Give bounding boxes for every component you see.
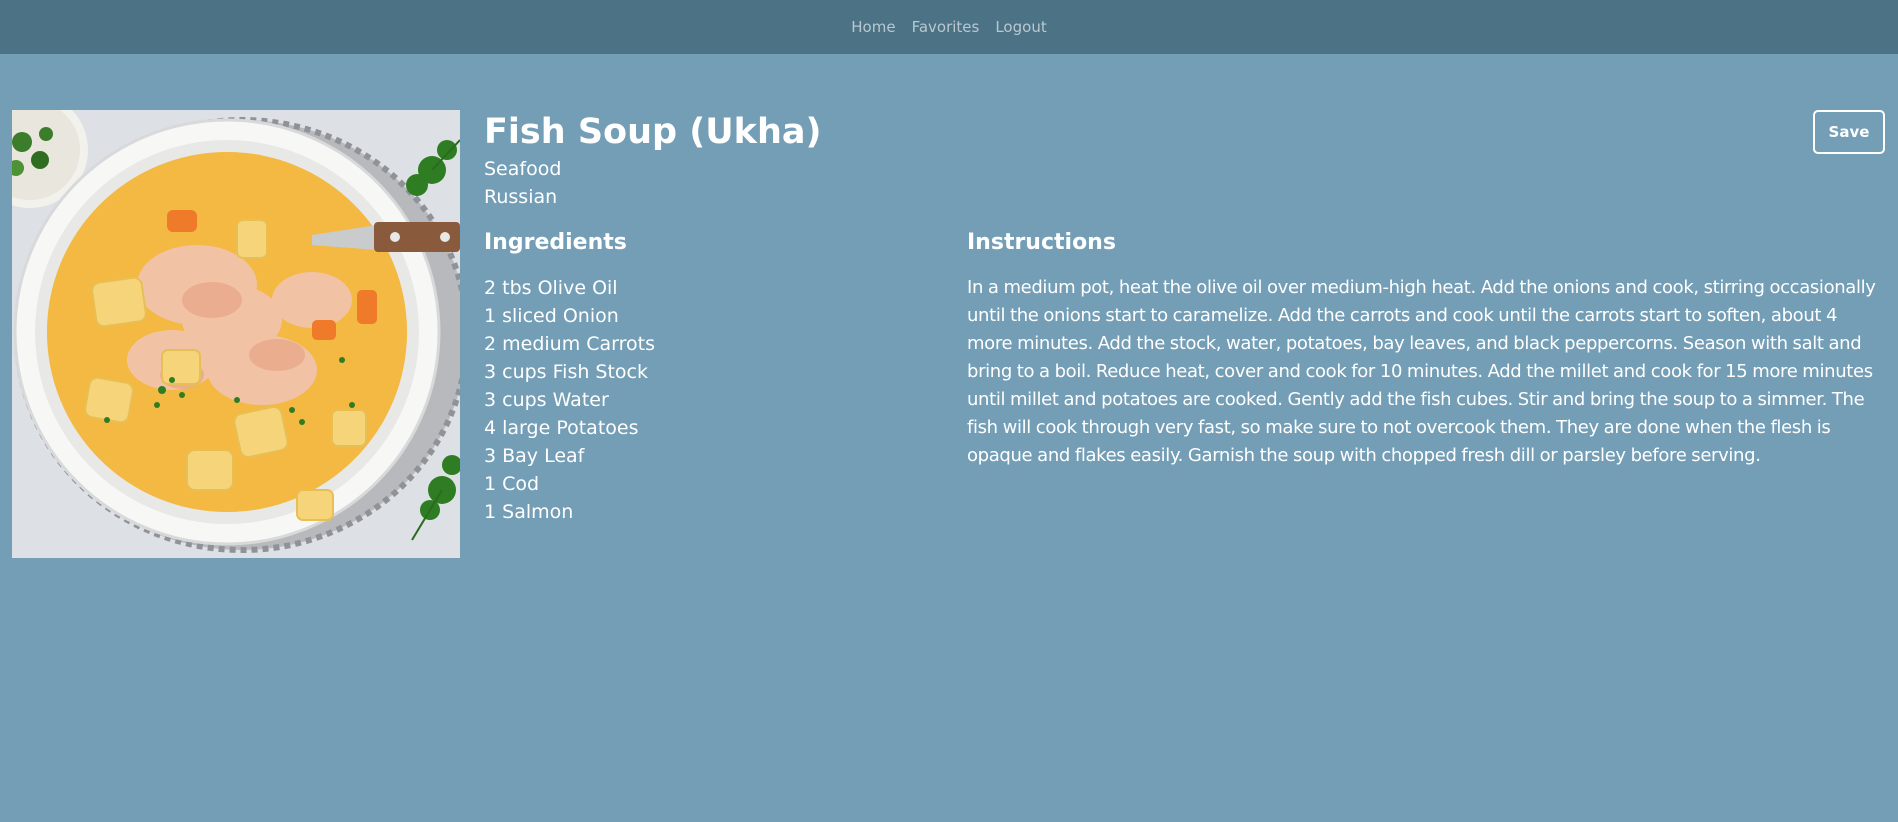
ingredient-item: 4 large Potatoes: [484, 417, 639, 439]
ingredients-heading: Ingredients: [484, 230, 627, 255]
ingredients-list: 2 tbs Olive Oil 1 sliced Onion 2 medium …: [484, 274, 655, 526]
ingredient-item: 2 tbs Olive Oil: [484, 277, 618, 299]
ingredient-item: 2 medium Carrots: [484, 333, 656, 355]
ingredient-item: 1 sliced Onion: [484, 305, 619, 327]
recipe-image: [12, 110, 460, 558]
recipe-title: Fish Soup (Ukha): [484, 112, 822, 152]
ingredient-item: 3 Bay Leaf: [484, 445, 585, 467]
recipe-cuisine: Russian: [484, 186, 558, 208]
nav-link-logout[interactable]: Logout: [995, 18, 1046, 36]
ingredient-item: 1 Salmon: [484, 501, 574, 523]
top-navbar: Home Favorites Logout: [0, 0, 1898, 54]
ingredient-item: 3 cups Water: [484, 389, 609, 411]
save-button[interactable]: Save: [1813, 110, 1885, 154]
ingredient-item: 3 cups Fish Stock: [484, 361, 649, 383]
ingredient-item: 1 Cod: [484, 473, 540, 495]
fish-soup-bowl-image: [12, 110, 460, 558]
instructions-heading: Instructions: [967, 230, 1116, 255]
recipe-category: Seafood: [484, 158, 562, 180]
instructions-text: In a medium pot, heat the olive oil over…: [967, 277, 1876, 466]
nav-link-favorites[interactable]: Favorites: [912, 18, 980, 36]
nav-link-home[interactable]: Home: [851, 18, 895, 36]
